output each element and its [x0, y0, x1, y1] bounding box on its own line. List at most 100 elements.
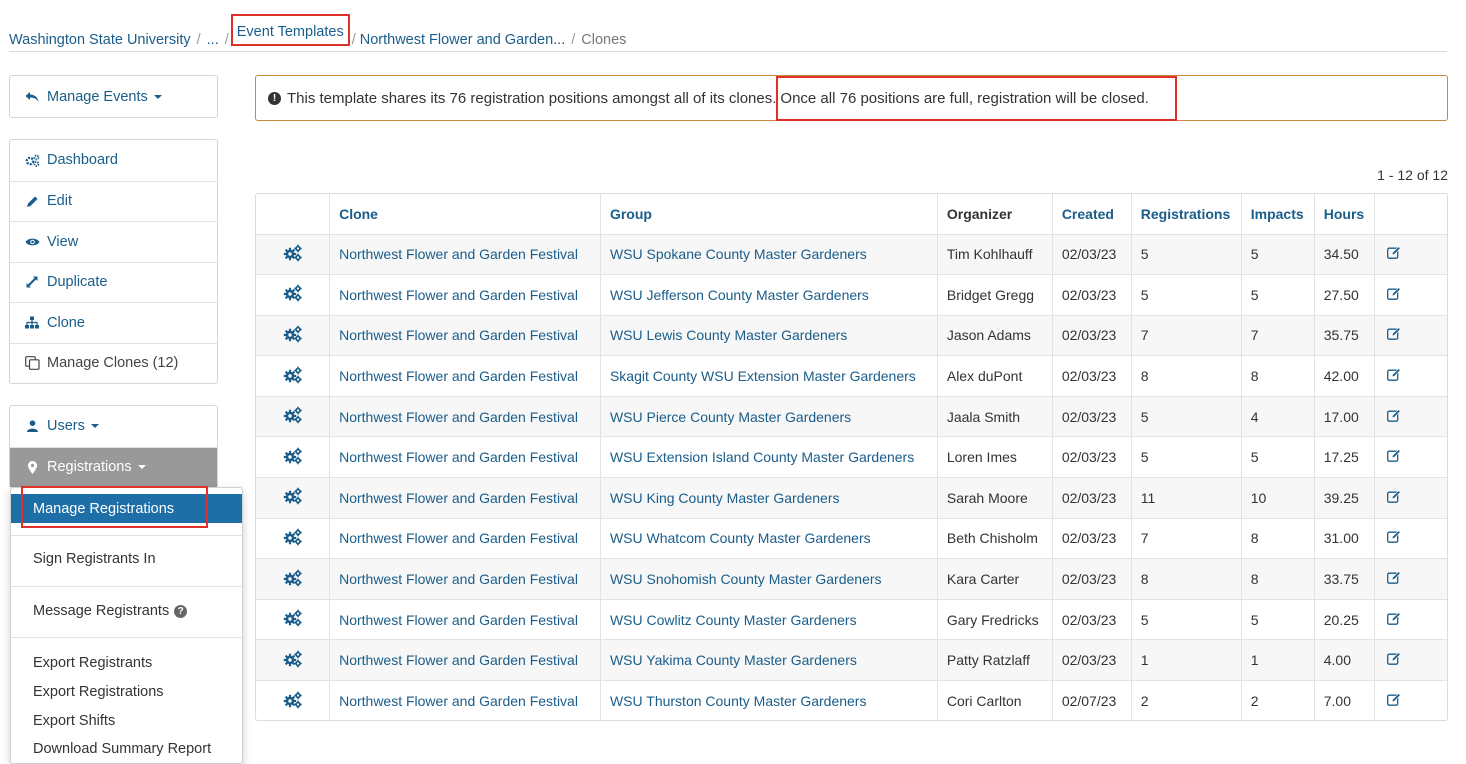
menu-item-download-summary-report[interactable]: Download Summary Report [11, 735, 242, 763]
gears-icon[interactable] [283, 609, 303, 627]
group-link[interactable]: WSU Extension Island County Master Garde… [599, 436, 938, 478]
gears-icon[interactable] [283, 447, 303, 465]
users-label: Users [47, 418, 85, 435]
group-link[interactable]: WSU Pierce County Master Gardeners [599, 395, 938, 437]
gears-icon[interactable] [283, 244, 303, 262]
gears-icon[interactable] [283, 366, 303, 384]
chevron-down-icon [90, 424, 99, 429]
row-actions-cell [256, 477, 330, 519]
clone-link[interactable]: Northwest Flower and Garden Festival [329, 233, 601, 275]
chevron-down-icon [153, 94, 162, 99]
clone-link[interactable]: Northwest Flower and Garden Festival [329, 436, 601, 478]
breadcrumb-ellipsis[interactable]: ... [207, 32, 219, 48]
sidebar-item-edit[interactable]: Edit [10, 180, 217, 222]
clone-link[interactable]: Northwest Flower and Garden Festival [329, 558, 601, 600]
sidebar-item-duplicate[interactable]: Duplicate [10, 261, 217, 303]
sidebar-item-manage-clones[interactable]: Manage Clones (12) [10, 342, 217, 384]
gears-icon[interactable] [283, 284, 303, 302]
manage-events-label: Manage Events [47, 88, 148, 105]
group-link[interactable]: WSU Jefferson County Master Gardeners [599, 274, 938, 316]
group-link[interactable]: WSU Spokane County Master Gardeners [599, 233, 938, 275]
clone-link[interactable]: Northwest Flower and Garden Festival [329, 477, 601, 519]
gears-icon[interactable] [283, 528, 303, 546]
edit-icon[interactable] [1386, 408, 1401, 425]
group-link[interactable]: WSU Snohomish County Master Gardeners [599, 558, 938, 600]
column-header-clone[interactable]: Clone [329, 194, 601, 234]
edit-icon[interactable] [1386, 287, 1401, 303]
clone-link[interactable]: Northwest Flower and Garden Festival [329, 314, 601, 356]
group-link[interactable]: WSU King County Master Gardeners [599, 477, 938, 519]
group-link[interactable]: WSU Thurston County Master Gardeners [599, 680, 938, 720]
shared-positions-alert: ! This template shares its 76 registrati… [255, 75, 1448, 121]
sidebar-item-view[interactable]: View [10, 221, 217, 262]
hours-cell: 20.25 [1313, 598, 1375, 640]
edit-icon[interactable] [1386, 327, 1401, 343]
edit-icon[interactable] [1386, 611, 1401, 628]
breadcrumb-event-template-name[interactable]: Northwest Flower and Garden... [360, 32, 566, 48]
created-cell: 02/03/23 [1051, 355, 1132, 397]
row-actions-cell [256, 314, 330, 356]
clone-link[interactable]: Northwest Flower and Garden Festival [329, 355, 601, 397]
menu-item-export-registrants[interactable]: Export Registrants [11, 648, 242, 677]
users-registrations-group: Users Registrations [9, 405, 218, 488]
breadcrumb-university[interactable]: Washington State University [9, 32, 191, 48]
hours-cell: 17.25 [1313, 436, 1375, 478]
user-icon [24, 420, 40, 433]
question-circle-icon[interactable]: ? [174, 604, 188, 618]
edit-icon[interactable] [1386, 530, 1401, 546]
clone-link[interactable]: Northwest Flower and Garden Festival [329, 395, 601, 437]
edit-icon[interactable] [1386, 449, 1401, 465]
breadcrumb-event-templates[interactable]: Event Templates [230, 14, 350, 46]
column-header-group[interactable]: Group [599, 194, 938, 234]
edit-icon[interactable] [1386, 368, 1401, 384]
gears-icon[interactable] [283, 325, 303, 343]
hours-cell: 42.00 [1313, 355, 1375, 397]
row-actions-cell [256, 680, 330, 720]
gears-icon[interactable] [283, 406, 303, 424]
column-header-hours[interactable]: Hours [1313, 194, 1375, 234]
row-edit-cell [1373, 517, 1447, 559]
edit-icon[interactable] [1386, 246, 1401, 262]
group-link[interactable]: WSU Cowlitz County Master Gardeners [599, 598, 938, 640]
impacts-cell: 5 [1240, 436, 1315, 478]
edit-icon[interactable] [1386, 693, 1401, 709]
menu-item-manage-registrations[interactable]: Manage Registrations [11, 486, 242, 528]
menu-item-export-shifts[interactable]: Export Shifts [11, 706, 242, 735]
users-button[interactable]: Users [10, 406, 217, 447]
clone-link[interactable]: Northwest Flower and Garden Festival [329, 274, 601, 316]
sidebar-item-clone[interactable]: Clone [10, 302, 217, 343]
column-header-registrations[interactable]: Registrations [1130, 194, 1242, 234]
clone-link[interactable]: Northwest Flower and Garden Festival [329, 680, 601, 720]
group-link[interactable]: WSU Lewis County Master Gardeners [599, 314, 938, 356]
gears-icon[interactable] [283, 569, 303, 587]
sidebar-item-dashboard[interactable]: Dashboard [10, 140, 217, 181]
group-link[interactable]: WSU Whatcom County Master Gardeners [599, 517, 938, 559]
manage-events-button[interactable]: Manage Events [10, 76, 217, 117]
menu-item-message-registrants[interactable]: Message Registrants ? [11, 597, 242, 625]
sitemap-icon [24, 316, 40, 329]
column-header-created[interactable]: Created [1051, 194, 1132, 234]
registrations-cell: 5 [1130, 233, 1242, 275]
group-link[interactable]: Skagit County WSU Extension Master Garde… [599, 355, 938, 397]
row-edit-cell [1373, 233, 1447, 275]
edit-icon[interactable] [1386, 571, 1401, 587]
registrations-button[interactable]: Registrations [10, 446, 217, 487]
clone-link[interactable]: Northwest Flower and Garden Festival [329, 598, 601, 640]
created-cell: 02/03/23 [1051, 517, 1132, 559]
table-row: Northwest Flower and Garden Festival WSU … [256, 274, 1447, 316]
menu-item-sign-registrants-in[interactable]: Sign Registrants In [11, 545, 242, 573]
menu-item-export-registrations[interactable]: Export Registrations [11, 677, 242, 706]
group-link[interactable]: WSU Yakima County Master Gardeners [599, 639, 938, 681]
organizer-cell: Alex duPont [936, 355, 1053, 397]
clone-link[interactable]: Northwest Flower and Garden Festival [329, 639, 601, 681]
column-header-impacts[interactable]: Impacts [1240, 194, 1315, 234]
gears-icon[interactable] [283, 650, 303, 668]
edit-icon[interactable] [1386, 490, 1401, 506]
edit-icon[interactable] [1386, 652, 1401, 668]
breadcrumb-separator: / [196, 32, 201, 48]
organizer-cell: Sarah Moore [936, 477, 1053, 519]
menu-divider [11, 637, 242, 638]
gears-icon[interactable] [283, 691, 303, 709]
clone-link[interactable]: Northwest Flower and Garden Festival [329, 517, 601, 559]
gears-icon[interactable] [283, 487, 303, 505]
